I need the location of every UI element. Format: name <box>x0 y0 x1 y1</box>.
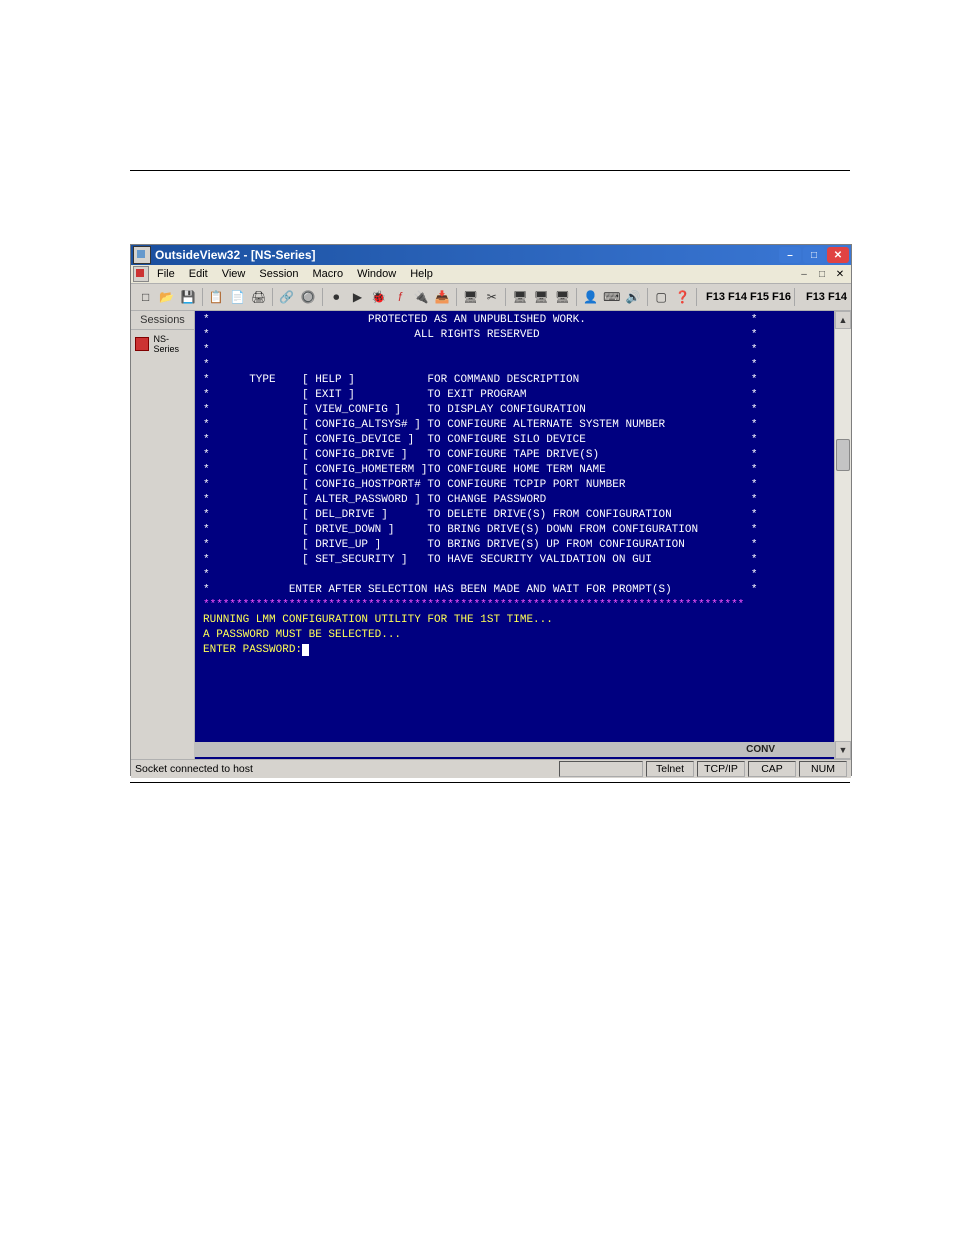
status-bar: Socket connected to host Telnet TCP/IP C… <box>131 759 851 778</box>
window-title: OutsideView32 - [NS-Series] <box>155 248 316 262</box>
scroll-down-icon[interactable]: ▼ <box>835 741 851 759</box>
session-icon <box>135 337 149 351</box>
fkeys-group-1[interactable]: F13 F14 F15 F16 <box>706 291 791 303</box>
window-maximize-button[interactable] <box>803 247 825 263</box>
fkeys-group-2[interactable]: F13 F14 <box>806 291 847 303</box>
script-icon[interactable]: f <box>390 287 409 307</box>
window-close-button[interactable] <box>827 247 849 263</box>
cut-icon[interactable]: ✂ <box>482 287 501 307</box>
display-icon[interactable]: 🖥 <box>461 287 480 307</box>
copy-icon[interactable]: 📋 <box>207 287 226 307</box>
sessions-sidebar: Sessions NS-Series <box>131 311 195 759</box>
save-icon[interactable]: 💾 <box>178 287 197 307</box>
terminal3-icon[interactable]: 🖥 <box>553 287 572 307</box>
sessions-header: Sessions <box>131 311 194 330</box>
menu-file[interactable]: File <box>155 268 177 280</box>
terminal1-icon[interactable]: 🖥 <box>510 287 529 307</box>
record-icon[interactable]: ⏺ <box>327 287 346 307</box>
window-minimize-button[interactable] <box>779 247 801 263</box>
status-tcpip: TCP/IP <box>697 761 745 777</box>
terminal-output[interactable]: * PROTECTED AS AN UNPUBLISHED WORK. ** A… <box>195 311 834 759</box>
status-cap: CAP <box>748 761 796 777</box>
menu-help[interactable]: Help <box>408 268 435 280</box>
session-label: NS-Series <box>153 334 190 354</box>
mdi-child-icon[interactable] <box>133 266 149 282</box>
print-icon[interactable]: 🖨 <box>249 287 268 307</box>
disconnect-icon[interactable]: 🔘 <box>298 287 317 307</box>
app-window: OutsideView32 - [NS-Series] File Edit Vi… <box>131 245 851 775</box>
debug-icon[interactable]: 🐞 <box>369 287 388 307</box>
toolbar: □ 📂 💾 📋 📄 🖨 🔗 🔘 ⏺ ▶ 🐞 f 🔌 📥 🖥 ✂ 🖥 🖥 🖥 <box>131 284 851 311</box>
person-icon[interactable]: 👤 <box>581 287 600 307</box>
status-left: Socket connected to host <box>135 763 253 775</box>
status-num: NUM <box>799 761 847 777</box>
help-icon[interactable]: ❓ <box>673 287 692 307</box>
menu-window[interactable]: Window <box>355 268 398 280</box>
mdi-minimize-button[interactable] <box>795 267 813 281</box>
menu-bar: File Edit View Session Macro Window Help <box>131 265 851 284</box>
keyboard-icon[interactable]: ⌨ <box>602 287 621 307</box>
titlebar: OutsideView32 - [NS-Series] <box>131 245 851 265</box>
conv-label: CONV <box>746 744 775 755</box>
app-icon <box>133 246 151 264</box>
conv-bar: CONV <box>194 742 835 757</box>
divider-top <box>130 170 850 171</box>
menu-macro[interactable]: Macro <box>311 268 346 280</box>
paste-icon[interactable]: 📄 <box>228 287 247 307</box>
audio-icon[interactable]: 🔊 <box>623 287 642 307</box>
scroll-thumb[interactable] <box>836 439 850 471</box>
play-icon[interactable]: ▶ <box>348 287 367 307</box>
scroll-track[interactable] <box>835 329 851 741</box>
status-blank <box>559 761 643 777</box>
divider-bottom <box>130 782 850 783</box>
mdi-restore-button[interactable] <box>813 267 831 281</box>
session-item[interactable]: NS-Series <box>135 334 190 354</box>
menu-view[interactable]: View <box>220 268 248 280</box>
menu-edit[interactable]: Edit <box>187 268 210 280</box>
menu-session[interactable]: Session <box>257 268 300 280</box>
open-icon[interactable]: 📂 <box>157 287 176 307</box>
mdi-close-button[interactable] <box>831 267 849 281</box>
connect-icon[interactable]: 🔗 <box>277 287 296 307</box>
filetransfer-icon[interactable]: 📥 <box>433 287 452 307</box>
terminal-scrollbar[interactable]: ▲ ▼ <box>834 311 851 759</box>
status-telnet: Telnet <box>646 761 694 777</box>
plug-icon[interactable]: 🔌 <box>412 287 431 307</box>
scroll-up-icon[interactable]: ▲ <box>835 311 851 329</box>
terminal2-icon[interactable]: 🖥 <box>532 287 551 307</box>
new-icon[interactable]: □ <box>136 287 155 307</box>
app1-icon[interactable]: ▢ <box>652 287 671 307</box>
